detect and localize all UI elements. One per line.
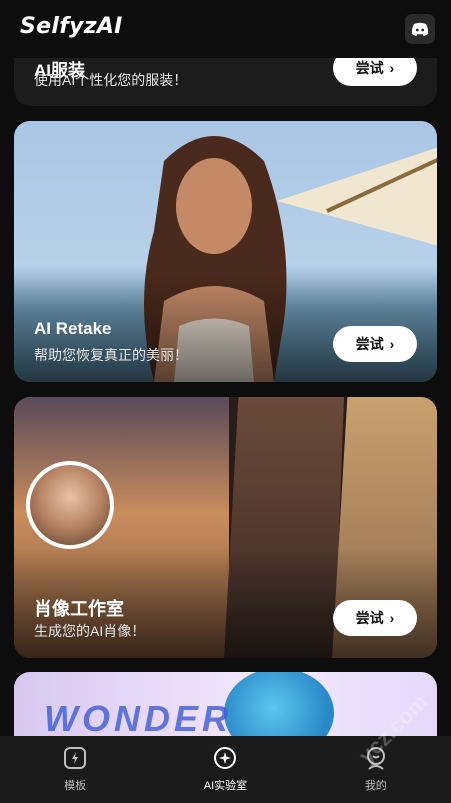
card-subtitle: 生成您的AI肖像！ <box>34 623 146 639</box>
ai-lab-icon <box>214 747 237 769</box>
discord-button[interactable] <box>405 14 435 44</box>
nav-label: AI实验室 <box>203 780 248 792</box>
portrait-studio-card[interactable]: 肖像工作室 生成您的AI肖像！ 尝试 › <box>14 397 437 658</box>
avatar <box>26 461 114 549</box>
top-bar: SelfyzAI <box>0 0 451 58</box>
card-feed[interactable]: AI服装 使用AI个性化您的服装！ 尝试 › AI Retake 帮助您恢复真正… <box>0 0 451 736</box>
chevron-right-icon: › <box>389 60 395 76</box>
wonder-animator-card[interactable]: WONDER ANIMATOR <box>14 672 437 736</box>
try-button-label: 尝试 <box>355 610 384 626</box>
try-button-label: 尝试 <box>355 60 384 76</box>
nav-item-ai-lab[interactable]: AI实验室 <box>150 736 300 803</box>
nav-label: 我的 <box>364 780 387 792</box>
card-title: 肖像工作室 <box>34 599 124 619</box>
chevron-right-icon: › <box>389 336 395 352</box>
template-icon <box>64 747 87 769</box>
discord-icon <box>411 22 429 36</box>
nav-label: 模板 <box>64 780 87 792</box>
card-title: AI Retake <box>34 319 112 338</box>
try-button-label: 尝试 <box>355 336 384 352</box>
card-subtitle: 帮助您恢复真正的美丽！ <box>34 347 188 363</box>
card-subtitle: 使用AI个性化您的服装！ <box>34 72 188 88</box>
nav-item-templates[interactable]: 模板 <box>0 736 150 803</box>
chevron-right-icon: › <box>389 610 395 626</box>
app-logo: SelfyzAI <box>20 14 123 39</box>
try-button[interactable]: 尝试 › <box>333 326 417 362</box>
try-button[interactable]: 尝试 › <box>333 600 417 636</box>
ai-retake-card[interactable]: AI Retake 帮助您恢复真正的美丽！ 尝试 › <box>14 121 437 382</box>
